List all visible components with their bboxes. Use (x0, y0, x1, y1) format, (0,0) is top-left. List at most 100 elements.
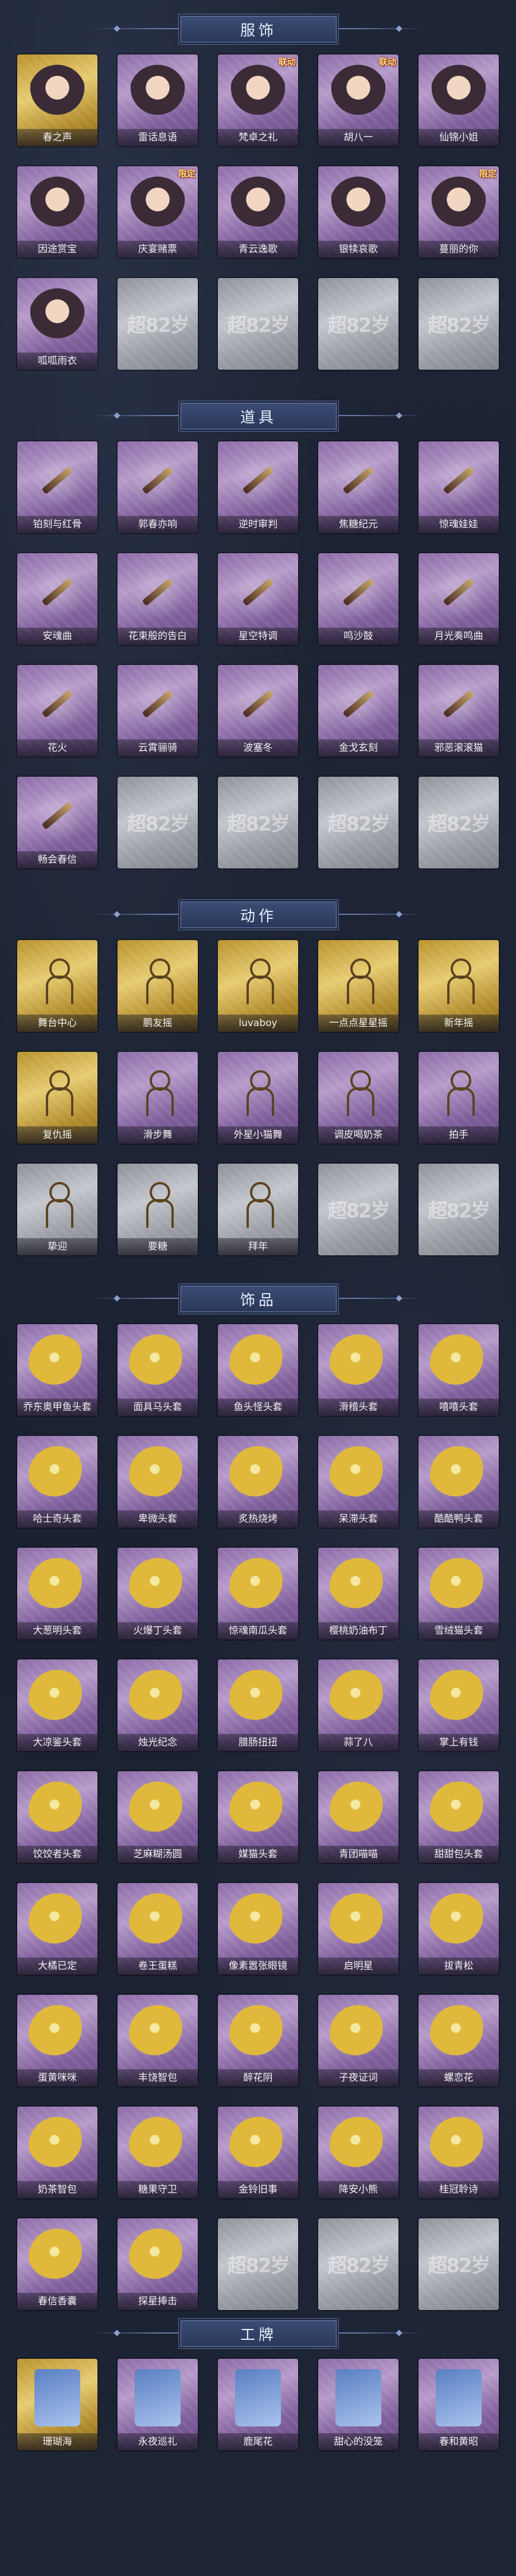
item-card[interactable]: 安魂曲 (17, 553, 97, 645)
item-card[interactable]: 滑步舞 (118, 1052, 198, 1144)
item-card[interactable]: 呱呱雨衣 (17, 278, 97, 370)
locked-item-card[interactable]: 超82岁 (118, 777, 198, 868)
item-card[interactable]: 要糖 (118, 1164, 198, 1255)
item-card[interactable]: 甜心的没笼 (318, 2359, 398, 2450)
item-card[interactable]: 卷王蛋糕 (118, 1883, 198, 1975)
item-card[interactable]: 舞台中心 (17, 940, 97, 1032)
item-card[interactable]: 春和黄昭 (419, 2359, 499, 2450)
item-card[interactable]: 鹏友摇 (118, 940, 198, 1032)
item-card[interactable]: 银犊哀歌 (318, 166, 398, 258)
item-card[interactable]: 饺饺者头套 (17, 1771, 97, 1863)
item-card[interactable]: 芝麻糊汤圆 (118, 1771, 198, 1863)
item-card[interactable]: 嘻嘻头套 (419, 1324, 499, 1416)
item-card[interactable]: 焦糖纪元 (318, 441, 398, 533)
item-card[interactable]: 拔青松 (419, 1883, 499, 1975)
item-card[interactable]: 新年摇 (419, 940, 499, 1032)
locked-item-card[interactable]: 超82岁 (118, 278, 198, 370)
item-card[interactable]: 鱼头怪头套 (218, 1324, 298, 1416)
locked-item-card[interactable]: 超82岁 (419, 777, 499, 868)
locked-item-card[interactable]: 超82岁 (218, 777, 298, 868)
item-card[interactable]: 探星捧击 (118, 2218, 198, 2310)
locked-item-card[interactable]: 超82岁 (218, 2218, 298, 2310)
item-card[interactable]: 酷酷鸭头套 (419, 1436, 499, 1528)
item-card[interactable]: 螺恋花 (419, 1995, 499, 2086)
item-card[interactable]: 乔东奥甲鱼头套 (17, 1324, 97, 1416)
item-card[interactable]: 拍手 (419, 1052, 499, 1144)
item-card[interactable]: 春之声 (17, 54, 97, 146)
item-card[interactable]: 星空特调 (218, 553, 298, 645)
locked-item-card[interactable]: 超82岁 (218, 278, 298, 370)
item-card[interactable]: 子夜证词 (318, 1995, 398, 2086)
item-card[interactable]: 畅会春信 (17, 777, 97, 868)
item-card[interactable]: 金铃旧事 (218, 2107, 298, 2198)
item-card[interactable]: 媒猫头套 (218, 1771, 298, 1863)
item-card[interactable]: 永夜巡礼 (118, 2359, 198, 2450)
item-card[interactable]: 醉花阴 (218, 1995, 298, 2086)
item-card[interactable]: 鹿尾花 (218, 2359, 298, 2450)
item-card[interactable]: 月光奏鸣曲 (419, 553, 499, 645)
item-card[interactable]: 烛光纪念 (118, 1659, 198, 1751)
item-card[interactable]: 因途赏宝 (17, 166, 97, 258)
item-card[interactable]: 呆滞头套 (318, 1436, 398, 1528)
item-card[interactable]: 桂冠聆诗 (419, 2107, 499, 2198)
item-card[interactable]: 雷话息语 (118, 54, 198, 146)
item-card[interactable]: 像素嚣张眼镜 (218, 1883, 298, 1975)
item-card[interactable]: 蛋黄咪咪 (17, 1995, 97, 2086)
item-card[interactable]: 惊魂南瓜头套 (218, 1548, 298, 1639)
locked-item-card[interactable]: 超82岁 (419, 1164, 499, 1255)
item-card[interactable]: 青团喵喵 (318, 1771, 398, 1863)
item-card[interactable]: 掌上有钱 (419, 1659, 499, 1751)
item-card[interactable]: 春信香囊 (17, 2218, 97, 2310)
item-card[interactable]: 限定 蔓丽的你 (419, 166, 499, 258)
item-card[interactable]: 卑微头套 (118, 1436, 198, 1528)
item-card[interactable]: 邪恶滚滚猫 (419, 665, 499, 757)
item-card[interactable]: 郭春亦响 (118, 441, 198, 533)
item-card[interactable]: 逆时审判 (218, 441, 298, 533)
item-card[interactable]: 青云逸歌 (218, 166, 298, 258)
item-card[interactable]: 云霄骊骑 (118, 665, 198, 757)
item-card[interactable]: 联动 梵卓之礼 (218, 54, 298, 146)
item-card[interactable]: 降安小熊 (318, 2107, 398, 2198)
item-card[interactable]: luvaboy (218, 940, 298, 1032)
item-card[interactable]: 拜年 (218, 1164, 298, 1255)
item-card[interactable]: 联动 胡八一 (318, 54, 398, 146)
item-card[interactable]: 雪绒猫头套 (419, 1548, 499, 1639)
item-card[interactable]: 奶茶智包 (17, 2107, 97, 2198)
locked-item-card[interactable]: 超82岁 (318, 1164, 398, 1255)
item-card[interactable]: 金戈玄刻 (318, 665, 398, 757)
item-card[interactable]: 花火 (17, 665, 97, 757)
item-card[interactable]: 花束般的告白 (118, 553, 198, 645)
item-card[interactable]: 糖果守卫 (118, 2107, 198, 2198)
item-card[interactable]: 波塞冬 (218, 665, 298, 757)
item-card[interactable]: 仙锦小姐 (419, 54, 499, 146)
item-card[interactable]: 蒜了八 (318, 1659, 398, 1751)
locked-item-card[interactable]: 超82岁 (419, 278, 499, 370)
item-card[interactable]: 面具马头套 (118, 1324, 198, 1416)
item-card[interactable]: 丰饶智包 (118, 1995, 198, 2086)
locked-item-card[interactable]: 超82岁 (318, 777, 398, 868)
item-card[interactable]: 大葱明头套 (17, 1548, 97, 1639)
item-card[interactable]: 大橘已定 (17, 1883, 97, 1975)
item-card[interactable]: 滑稽头套 (318, 1324, 398, 1416)
item-card[interactable]: 火爆丁头套 (118, 1548, 198, 1639)
item-card[interactable]: 甜甜包头套 (419, 1771, 499, 1863)
item-card[interactable]: 惊魂娃娃 (419, 441, 499, 533)
item-card[interactable]: 挚迎 (17, 1164, 97, 1255)
locked-item-card[interactable]: 超82岁 (318, 2218, 398, 2310)
item-card[interactable]: 樱桃奶油布丁 (318, 1548, 398, 1639)
locked-item-card[interactable]: 超82岁 (419, 2218, 499, 2310)
item-card[interactable]: 复仇摇 (17, 1052, 97, 1144)
item-card[interactable]: 珊瑚海 (17, 2359, 97, 2450)
item-card[interactable]: 启明星 (318, 1883, 398, 1975)
locked-item-card[interactable]: 超82岁 (318, 278, 398, 370)
item-card[interactable]: 大凉鉴头套 (17, 1659, 97, 1751)
item-card[interactable]: 炙热烧烤 (218, 1436, 298, 1528)
item-card[interactable]: 调皮喝奶茶 (318, 1052, 398, 1144)
item-card[interactable]: 铂刻与红骨 (17, 441, 97, 533)
item-card[interactable]: 腊肠扭扭 (218, 1659, 298, 1751)
item-card[interactable]: 限定 庆宴赌票 (118, 166, 198, 258)
item-card[interactable]: 鸣沙鼓 (318, 553, 398, 645)
item-card[interactable]: 哈士奇头套 (17, 1436, 97, 1528)
item-card[interactable]: 一点点星星摇 (318, 940, 398, 1032)
item-card[interactable]: 外星小猫舞 (218, 1052, 298, 1144)
